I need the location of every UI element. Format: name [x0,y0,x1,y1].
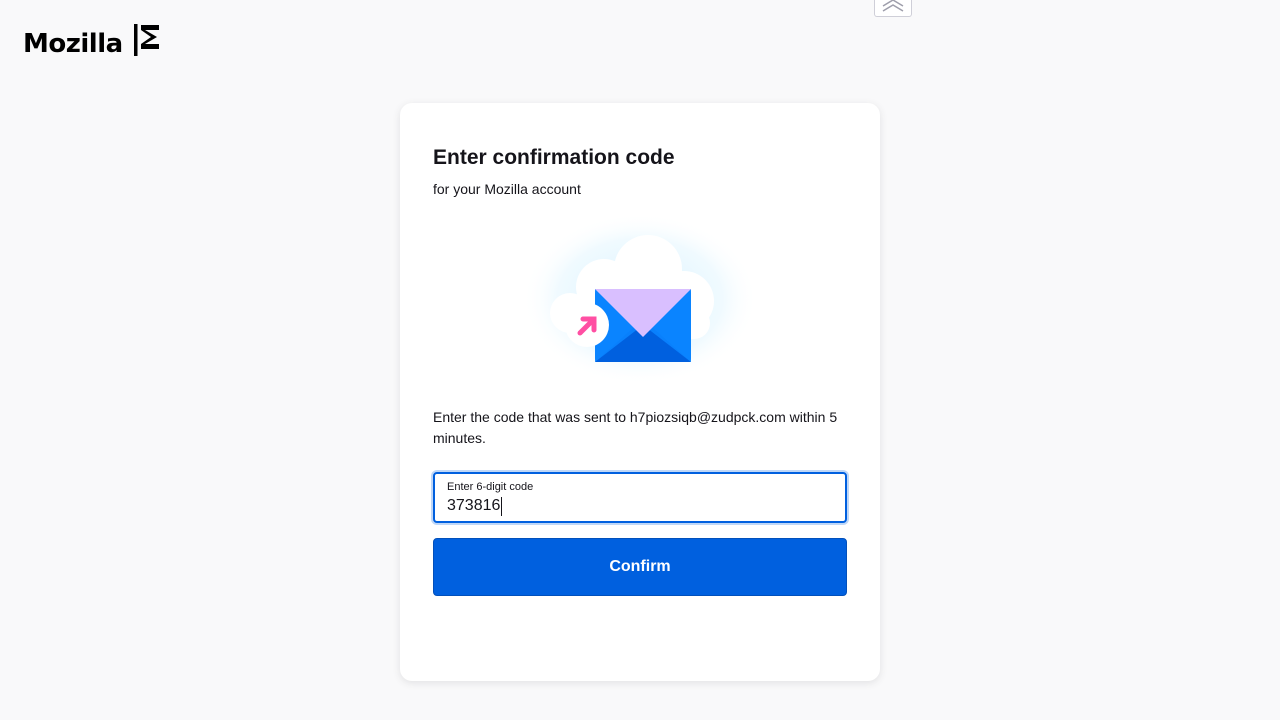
text-caret [501,496,503,516]
mozilla-m-icon [133,22,163,63]
code-field-label: Enter 6-digit code [447,481,534,493]
mozilla-logo[interactable]: Mozilla [23,22,163,58]
page-subtitle: for your Mozilla account [433,181,581,197]
page: Mozilla Enter confirmation code for your… [0,0,1280,720]
code-field[interactable]: Enter 6-digit code 373816 [433,472,847,523]
mozilla-wordmark: Mozilla [23,29,123,59]
code-input-value: 373816 [447,497,501,514]
confirm-button[interactable]: Confirm [433,538,847,596]
confirmation-card: Enter confirmation code for your Mozilla… [400,103,880,681]
envelope-cloud-icon [520,207,760,387]
double-chevron-up-icon [879,0,907,17]
collapse-tab[interactable] [874,0,912,17]
instruction-text: Enter the code that was sent to h7piozsi… [433,409,838,446]
code-input[interactable]: 373816 [447,496,503,516]
page-title: Enter confirmation code [433,146,675,169]
